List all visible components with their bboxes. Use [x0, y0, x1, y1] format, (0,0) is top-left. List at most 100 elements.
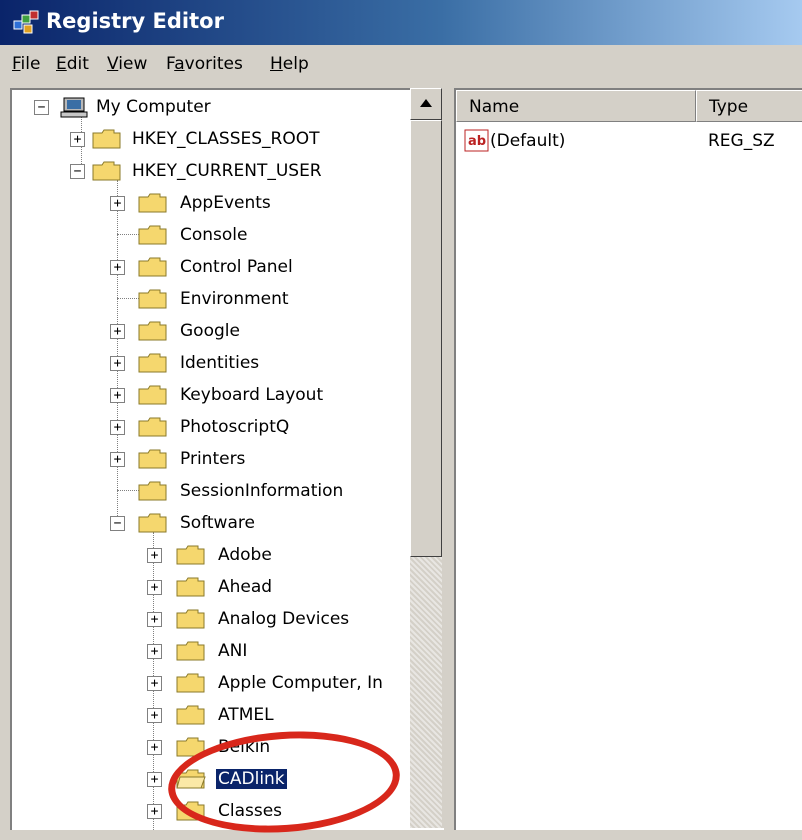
- folder-icon: [176, 641, 205, 661]
- menu-edit[interactable]: Edit: [56, 54, 89, 74]
- tree-node-software[interactable]: − Software: [12, 508, 412, 538]
- column-header-type[interactable]: Type: [696, 90, 802, 122]
- expand-icon[interactable]: +: [147, 612, 162, 627]
- tree-label: SessionInformation: [180, 481, 344, 501]
- expand-icon[interactable]: +: [70, 132, 85, 147]
- folder-icon: [138, 289, 167, 309]
- tree-label: Environment: [180, 289, 289, 309]
- expand-icon[interactable]: +: [110, 452, 125, 467]
- pane-splitter[interactable]: [442, 88, 454, 828]
- expand-icon[interactable]: +: [147, 772, 162, 787]
- tree-node-sessioninformation[interactable]: SessionInformation: [12, 476, 412, 506]
- folder-icon: [138, 257, 167, 277]
- folder-icon: [138, 417, 167, 437]
- tree-label: Console: [180, 225, 248, 245]
- tree-node-belkin[interactable]: + Belkin: [12, 732, 412, 762]
- collapse-icon[interactable]: −: [34, 100, 49, 115]
- expand-icon[interactable]: +: [147, 708, 162, 723]
- tree-node-classes[interactable]: + Classes: [12, 796, 412, 826]
- tree-label: PhotoscriptQ: [180, 417, 290, 437]
- folder-icon: [176, 737, 205, 757]
- tree-label: HKEY_CURRENT_USER: [132, 161, 322, 181]
- folder-icon: [138, 225, 167, 245]
- value-type: REG_SZ: [708, 131, 775, 151]
- menu-file[interactable]: File: [12, 54, 40, 74]
- ab-string-icon: ab: [464, 129, 489, 152]
- tree-label: Analog Devices: [218, 609, 350, 629]
- folder-icon: [138, 193, 167, 213]
- folder-icon: [138, 449, 167, 469]
- tree-node-identities[interactable]: + Identities: [12, 348, 412, 378]
- expand-icon[interactable]: +: [147, 804, 162, 819]
- tree-label: Keyboard Layout: [180, 385, 324, 405]
- tree-vertical-scrollbar[interactable]: [410, 88, 442, 828]
- title-bar: Registry Editor: [0, 0, 802, 45]
- key-tree[interactable]: − My Computer + HKEY_CLASSES_ROOT − HKEY…: [10, 88, 444, 830]
- tree-label: Apple Computer, In: [218, 673, 383, 693]
- expand-icon[interactable]: +: [110, 324, 125, 339]
- collapse-icon[interactable]: −: [110, 516, 125, 531]
- registry-editor-icon: [13, 10, 39, 34]
- tree-label: Identities: [180, 353, 260, 373]
- expand-icon[interactable]: +: [110, 196, 125, 211]
- window-title: Registry Editor: [46, 9, 224, 33]
- folder-icon: [176, 705, 205, 725]
- tree-label: Google: [180, 321, 240, 341]
- tree-node-printers[interactable]: + Printers: [12, 444, 412, 474]
- expand-icon[interactable]: +: [110, 356, 125, 371]
- value-name[interactable]: (Default): [490, 126, 565, 156]
- folder-icon: [176, 673, 205, 693]
- tree-node-analog-devices[interactable]: + Analog Devices: [12, 604, 412, 634]
- menu-view[interactable]: View: [107, 54, 147, 74]
- expand-icon[interactable]: +: [147, 676, 162, 691]
- column-header-name[interactable]: Name: [456, 90, 696, 122]
- tree-node-google[interactable]: + Google: [12, 316, 412, 346]
- tree-node-atmel[interactable]: + ATMEL: [12, 700, 412, 730]
- tree-node-environment[interactable]: Environment: [12, 284, 412, 314]
- tree-label-selected: CADlink: [216, 769, 287, 789]
- folder-open-icon: [176, 769, 206, 789]
- folder-icon: [138, 385, 167, 405]
- tree-node-cadlink[interactable]: + CADlink: [12, 764, 412, 794]
- expand-icon[interactable]: +: [147, 580, 162, 595]
- tree-node-apple-computer[interactable]: + Apple Computer, In: [12, 668, 412, 698]
- tree-label: Software: [180, 513, 255, 533]
- expand-icon[interactable]: +: [110, 260, 125, 275]
- tree-node-appevents[interactable]: + AppEvents: [12, 188, 412, 218]
- tree-label: ANI: [218, 641, 248, 661]
- folder-open-icon: [92, 161, 121, 181]
- svg-text:ab: ab: [468, 134, 486, 149]
- tree-node-ahead[interactable]: + Ahead: [12, 572, 412, 602]
- scroll-thumb[interactable]: [410, 120, 442, 557]
- expand-icon[interactable]: +: [110, 420, 125, 435]
- folder-open-icon: [138, 513, 167, 533]
- tree-node-ani[interactable]: + ANI: [12, 636, 412, 666]
- tree-node-hkey-classes-root[interactable]: + HKEY_CLASSES_ROOT: [12, 124, 412, 154]
- scroll-up-arrow-icon[interactable]: [410, 88, 442, 120]
- folder-icon: [176, 609, 205, 629]
- values-list[interactable]: Name Type ab (Default) REG_SZ: [454, 88, 802, 830]
- menu-favorites[interactable]: Favorites: [166, 54, 243, 74]
- tree-node-hkey-current-user[interactable]: − HKEY_CURRENT_USER: [12, 156, 412, 186]
- menu-bar: File Edit View Favorites Help: [0, 46, 802, 85]
- expand-icon[interactable]: +: [147, 548, 162, 563]
- folder-icon: [176, 545, 205, 565]
- expand-icon[interactable]: +: [110, 388, 125, 403]
- tree-node-console[interactable]: Console: [12, 220, 412, 250]
- tree-label: Printers: [180, 449, 246, 469]
- tree-node-my-computer[interactable]: − My Computer: [12, 92, 412, 122]
- tree-label: Adobe: [218, 545, 272, 565]
- tree-node-control-panel[interactable]: + Control Panel: [12, 252, 412, 282]
- tree-label: Ahead: [218, 577, 273, 597]
- tree-node-photoscriptq[interactable]: + PhotoscriptQ: [12, 412, 412, 442]
- tree-node-adobe[interactable]: + Adobe: [12, 540, 412, 570]
- expand-icon[interactable]: +: [147, 740, 162, 755]
- collapse-icon[interactable]: −: [70, 164, 85, 179]
- tree-node-keyboard-layout[interactable]: + Keyboard Layout: [12, 380, 412, 410]
- expand-icon[interactable]: +: [147, 644, 162, 659]
- menu-help[interactable]: Help: [270, 54, 309, 74]
- folder-icon: [138, 481, 167, 501]
- folder-icon: [176, 577, 205, 597]
- computer-icon: [60, 97, 88, 118]
- tree-label: Belkin: [218, 737, 271, 757]
